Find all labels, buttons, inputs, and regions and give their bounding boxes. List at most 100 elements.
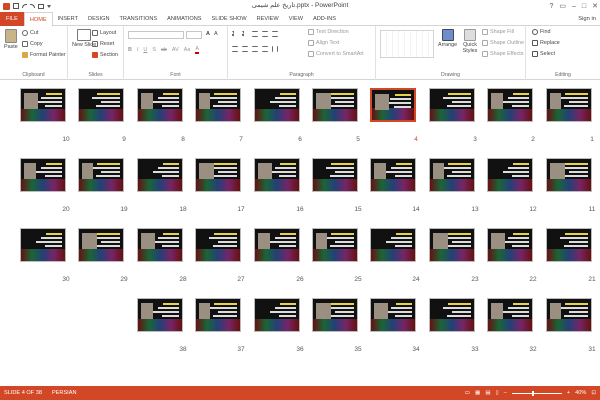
- slide-thumbnail[interactable]: [370, 158, 416, 192]
- slide-thumbnail[interactable]: [546, 298, 592, 332]
- zoom-in-icon[interactable]: +: [567, 390, 570, 396]
- slide-thumbnail[interactable]: [137, 298, 183, 332]
- help-icon[interactable]: ?: [549, 3, 553, 10]
- reset-button[interactable]: Reset: [92, 41, 114, 47]
- slide-thumbnail[interactable]: [546, 158, 592, 192]
- slide-thumbnail[interactable]: [487, 88, 533, 122]
- maximize-icon[interactable]: □: [582, 3, 586, 10]
- columns-icon[interactable]: [272, 46, 278, 52]
- align-center-icon[interactable]: [242, 46, 248, 52]
- slide-thumbnail[interactable]: [429, 298, 475, 332]
- slide-thumbnail[interactable]: [429, 158, 475, 192]
- arrange-button[interactable]: Arrange: [438, 29, 457, 48]
- shrink-font-icon[interactable]: A: [214, 31, 218, 37]
- fit-slide-icon[interactable]: ⊡: [591, 390, 596, 396]
- slide-thumbnail[interactable]: [370, 298, 416, 332]
- slide-thumbnail[interactable]: [20, 158, 66, 192]
- italic-icon[interactable]: I: [137, 47, 139, 53]
- select-button[interactable]: Select: [532, 51, 555, 57]
- slide-thumbnail[interactable]: [487, 228, 533, 262]
- tab-animations[interactable]: ANIMATIONS: [162, 12, 206, 26]
- tab-insert[interactable]: INSERT: [53, 12, 83, 26]
- shapes-gallery[interactable]: [380, 30, 434, 58]
- zoom-out-icon[interactable]: –: [504, 390, 507, 396]
- notes-icon[interactable]: ▭: [465, 390, 470, 396]
- slide-thumbnail[interactable]: [370, 88, 416, 122]
- section-button[interactable]: Section: [92, 52, 118, 58]
- change-case-icon[interactable]: Aa: [184, 47, 191, 53]
- shape-outline-button[interactable]: Shape Outline: [482, 40, 524, 46]
- slide-thumbnail[interactable]: [487, 158, 533, 192]
- tab-design[interactable]: DESIGN: [83, 12, 114, 26]
- tab-home[interactable]: HOME: [23, 11, 53, 27]
- tab-slide-show[interactable]: SLIDE SHOW: [207, 12, 252, 26]
- find-button[interactable]: Find: [532, 29, 551, 35]
- slide-thumbnail[interactable]: [312, 88, 358, 122]
- tab-add-ins[interactable]: ADD-INS: [308, 12, 341, 26]
- font-color-icon[interactable]: A: [195, 46, 199, 54]
- ribbon-display-icon[interactable]: ▭: [559, 2, 566, 10]
- grow-font-icon[interactable]: A: [206, 31, 210, 37]
- slide-thumbnail[interactable]: [312, 298, 358, 332]
- slide-thumbnail[interactable]: [370, 228, 416, 262]
- slide-thumbnail[interactable]: [78, 158, 124, 192]
- slide-thumbnail[interactable]: [195, 158, 241, 192]
- shape-fill-button[interactable]: Shape Fill: [482, 29, 514, 35]
- slide-thumbnail[interactable]: [429, 88, 475, 122]
- slide-thumbnail[interactable]: [195, 88, 241, 122]
- align-text-button[interactable]: Align Text: [308, 40, 339, 46]
- slide-thumbnail[interactable]: [20, 228, 66, 262]
- paste-button[interactable]: Paste: [4, 29, 18, 50]
- zoom-slider[interactable]: [511, 390, 562, 396]
- increase-indent-icon[interactable]: [262, 31, 268, 37]
- slide-thumbnail[interactable]: [487, 298, 533, 332]
- slide-thumbnail[interactable]: [195, 298, 241, 332]
- font-size-select[interactable]: [186, 31, 202, 39]
- slide-thumbnail[interactable]: [254, 158, 300, 192]
- numbering-icon[interactable]: [242, 31, 248, 37]
- slide-thumbnail[interactable]: [20, 88, 66, 122]
- replace-button[interactable]: Replace: [532, 40, 560, 46]
- zoom-level[interactable]: 40%: [575, 390, 586, 396]
- slide-thumbnail[interactable]: [195, 228, 241, 262]
- language-indicator[interactable]: PERSIAN: [52, 390, 77, 396]
- slide-thumbnail[interactable]: [137, 88, 183, 122]
- slide-sorter-icon[interactable]: ▤: [485, 390, 490, 396]
- underline-icon[interactable]: U: [143, 47, 147, 53]
- shadow-icon[interactable]: S: [152, 47, 156, 53]
- slide-thumbnail[interactable]: [546, 228, 592, 262]
- align-right-icon[interactable]: [252, 46, 258, 52]
- sign-in-link[interactable]: Sign in: [578, 12, 596, 26]
- slide-thumbnail[interactable]: [137, 228, 183, 262]
- text-direction-button[interactable]: Text Direction: [308, 29, 349, 35]
- copy-button[interactable]: Copy: [22, 41, 43, 47]
- close-icon[interactable]: ✕: [592, 2, 598, 10]
- line-spacing-icon[interactable]: [272, 31, 278, 37]
- tab-review[interactable]: REVIEW: [252, 12, 284, 26]
- normal-view-icon[interactable]: ▦: [475, 390, 480, 396]
- cut-button[interactable]: Cut: [22, 30, 38, 36]
- strikethrough-icon[interactable]: ab: [161, 47, 167, 53]
- slide-thumbnail[interactable]: [78, 88, 124, 122]
- layout-button[interactable]: Layout: [92, 30, 116, 36]
- convert-smartart-button[interactable]: Convert to SmartArt: [308, 51, 364, 57]
- tab-file[interactable]: FILE: [0, 11, 24, 26]
- quick-styles-button[interactable]: Quick Styles: [462, 29, 478, 54]
- char-spacing-icon[interactable]: AV: [172, 47, 179, 53]
- shape-effects-button[interactable]: Shape Effects: [482, 51, 523, 57]
- slide-thumbnail[interactable]: [546, 88, 592, 122]
- minimize-icon[interactable]: –: [572, 3, 576, 10]
- bold-icon[interactable]: B: [128, 47, 132, 53]
- font-name-select[interactable]: [128, 31, 184, 39]
- tab-transitions[interactable]: TRANSITIONS: [114, 12, 162, 26]
- justify-icon[interactable]: [262, 46, 268, 52]
- slide-thumbnail[interactable]: [78, 228, 124, 262]
- align-left-icon[interactable]: [232, 46, 238, 52]
- slide-thumbnail[interactable]: [254, 228, 300, 262]
- slide-thumbnail[interactable]: [254, 88, 300, 122]
- slide-thumbnail[interactable]: [137, 158, 183, 192]
- tab-view[interactable]: VIEW: [284, 12, 308, 26]
- slide-thumbnail[interactable]: [254, 298, 300, 332]
- decrease-indent-icon[interactable]: [252, 31, 258, 37]
- format-painter-button[interactable]: Format Painter: [22, 52, 66, 58]
